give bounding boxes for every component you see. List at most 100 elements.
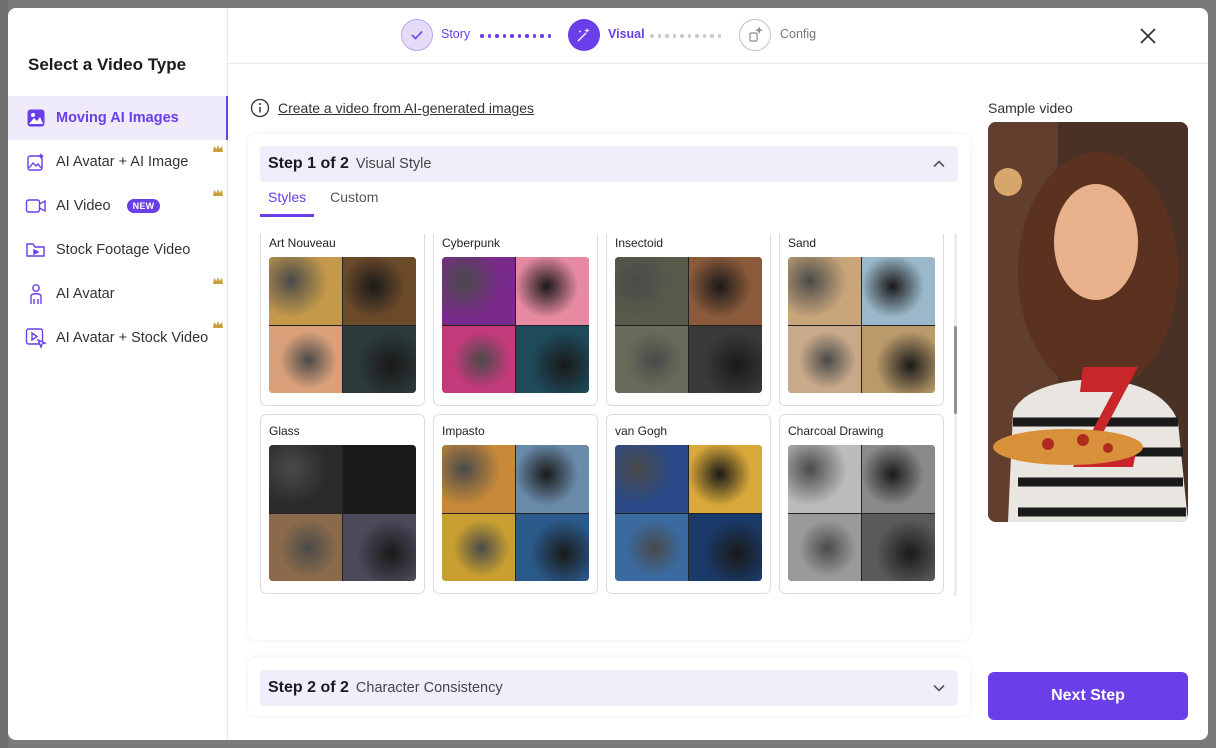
style-card[interactable]: Cyberpunk [433, 234, 598, 406]
premium-crown-icon [213, 321, 223, 328]
step-visual-wand-icon[interactable] [568, 19, 600, 51]
style-preview-image [442, 445, 589, 581]
step1-header[interactable]: Step 1 of 2 Visual Style [260, 146, 958, 182]
style-card-label: Charcoal Drawing [788, 424, 884, 438]
style-card[interactable]: Insectoid [606, 234, 771, 406]
step-visual-label[interactable]: Visual [608, 27, 645, 41]
sidebar-item-label: AI Avatar + AI Image [56, 154, 189, 170]
style-preview-image [788, 257, 935, 393]
sidebar-item-label: Moving AI Images [56, 110, 179, 126]
progress-stepper: Story Visual Config [228, 8, 1208, 64]
sidebar-item-ai-avatar[interactable]: AI Avatar [8, 272, 228, 316]
style-card[interactable]: Glass [260, 414, 425, 594]
preview-quadrant [442, 257, 515, 325]
create-video-link[interactable]: Create a video from AI-generated images [278, 100, 534, 116]
video-type-list: Moving AI Images AI Avatar + AI Image AI… [8, 96, 228, 360]
step2-panel: Step 2 of 2 Character Consistency [248, 658, 970, 716]
preview-quadrant [615, 257, 688, 325]
image-icon [24, 106, 48, 130]
style-preview-image [615, 257, 762, 393]
premium-crown-icon [213, 277, 223, 284]
sample-video-player[interactable] [988, 122, 1188, 522]
tab-styles[interactable]: Styles [260, 186, 315, 217]
preview-quadrant [788, 445, 861, 513]
preview-quadrant [689, 445, 762, 513]
close-button[interactable] [1136, 24, 1160, 48]
chevron-down-icon[interactable] [932, 681, 946, 695]
preview-quadrant [343, 513, 416, 581]
preview-quadrant [788, 325, 861, 393]
next-step-button[interactable]: Next Step [988, 672, 1188, 720]
style-card[interactable]: Art Nouveau [260, 234, 425, 406]
sidebar-item-ai-video[interactable]: AI Video NEW [8, 184, 228, 228]
sidebar-item-label: AI Video [56, 198, 111, 214]
preview-quadrant [442, 513, 515, 581]
preview-quadrant [269, 445, 342, 513]
preview-quadrant [689, 513, 762, 581]
preview-quadrant [862, 445, 935, 513]
style-card-label: Insectoid [615, 236, 664, 250]
preview-quadrant [788, 513, 861, 581]
style-tabs: Styles Custom [260, 186, 386, 218]
preview-quadrant [343, 257, 416, 325]
intro-row: Create a video from AI-generated images [250, 98, 534, 118]
preview-quadrant [862, 513, 935, 581]
preview-quadrant [442, 325, 515, 393]
premium-crown-icon [213, 145, 223, 152]
scrollbar-thumb[interactable] [954, 326, 957, 414]
style-preview-image [269, 445, 416, 581]
style-grid: Art Nouveau Cyberpunk Insectoid Sand Glass Im… [260, 234, 956, 600]
preview-quadrant [269, 325, 342, 393]
sidebar-item-label: AI Avatar [56, 286, 115, 302]
sidebar-item-stock-footage-video[interactable]: Stock Footage Video [8, 228, 228, 272]
step-story-label[interactable]: Story [441, 27, 470, 41]
style-preview-image [788, 445, 935, 581]
sample-video-label: Sample video [988, 100, 1073, 116]
step-connector-pending [650, 34, 721, 38]
style-preview-image [269, 257, 416, 393]
chevron-up-icon[interactable] [932, 157, 946, 171]
sidebar-item-label: AI Avatar + Stock Video [56, 330, 209, 346]
style-card[interactable]: Impasto [433, 414, 598, 594]
video-type-modal: Select a Video Type Moving AI Images AI … [8, 8, 1208, 740]
tab-custom[interactable]: Custom [322, 186, 386, 217]
style-card[interactable]: Charcoal Drawing [779, 414, 944, 594]
style-preview-image [615, 445, 762, 581]
step-config-icon[interactable] [739, 19, 771, 51]
sidebar-item-moving-ai-images[interactable]: Moving AI Images [8, 96, 228, 140]
new-badge: NEW [126, 199, 161, 213]
preview-quadrant [516, 513, 589, 581]
step2-header[interactable]: Step 2 of 2 Character Consistency [260, 670, 958, 706]
preview-quadrant [516, 257, 589, 325]
video-camera-icon [24, 194, 48, 218]
folder-video-icon [24, 238, 48, 262]
style-card[interactable]: Sand [779, 234, 944, 406]
sample-video-thumbnail [988, 122, 1188, 522]
preview-quadrant [269, 513, 342, 581]
style-card-label: Art Nouveau [269, 236, 336, 250]
step-config-label[interactable]: Config [780, 27, 816, 41]
style-card-label: Glass [269, 424, 300, 438]
sidebar-item-ai-avatar-ai-image[interactable]: AI Avatar + AI Image [8, 140, 228, 184]
sidebar-item-ai-avatar-stock-video[interactable]: AI Avatar + Stock Video [8, 316, 228, 360]
video-type-sidebar: Select a Video Type Moving AI Images AI … [8, 8, 228, 740]
preview-quadrant [689, 257, 762, 325]
premium-crown-icon [213, 189, 223, 196]
sidebar-title: Select a Video Type [28, 55, 187, 74]
preview-quadrant [862, 325, 935, 393]
scrollbar-track[interactable] [954, 234, 957, 596]
preview-quadrant [442, 445, 515, 513]
preview-quadrant [788, 257, 861, 325]
preview-quadrant [516, 445, 589, 513]
preview-quadrant [516, 325, 589, 393]
preview-quadrant [615, 325, 688, 393]
style-card-label: Sand [788, 236, 817, 250]
preview-quadrant [269, 257, 342, 325]
step1-name: Visual Style [355, 156, 432, 172]
step-story-check-icon[interactable] [401, 19, 433, 51]
step1-panel: Step 1 of 2 Visual Style Styles Custom A… [248, 134, 970, 640]
preview-quadrant [615, 513, 688, 581]
preview-quadrant [862, 257, 935, 325]
modal-backdrop [0, 0, 8, 748]
style-card[interactable]: van Gogh [606, 414, 771, 594]
